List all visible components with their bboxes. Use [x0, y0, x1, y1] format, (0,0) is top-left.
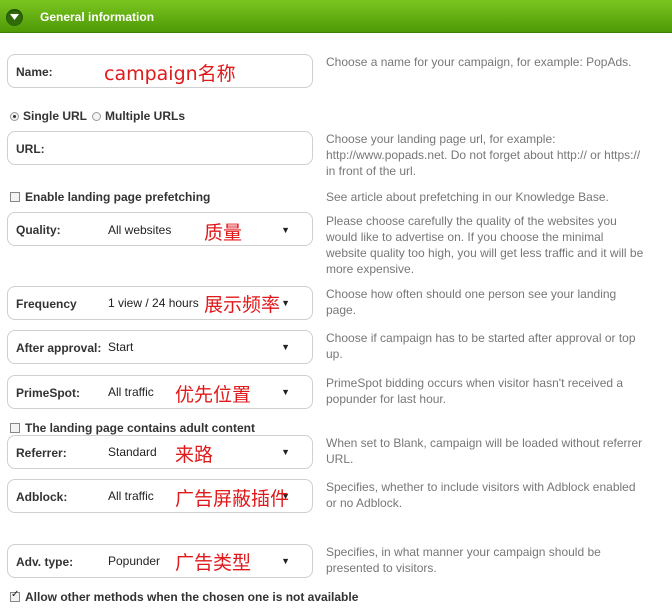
after-approval-select[interactable]: After approval: Start ▼: [7, 330, 313, 364]
adult-option[interactable]: The landing page contains adult content: [10, 421, 255, 435]
adv-type-annotation: 广告类型: [175, 552, 252, 574]
adblock-value: All traffic: [108, 489, 154, 503]
url-mode-group: Single URL Multiple URLs: [10, 109, 185, 123]
after-approval-value: Start: [108, 340, 134, 354]
triangle-down-icon[interactable]: ▼: [281, 387, 290, 397]
allow-other-label[interactable]: Allow other methods when the chosen one …: [25, 590, 358, 604]
primespot-help: PrimeSpot bidding occurs when visitor ha…: [326, 376, 624, 406]
referrer-help: When set to Blank, campaign will be load…: [326, 436, 643, 466]
frequency-value: 1 view / 24 hours: [108, 296, 199, 310]
chevron-down-icon[interactable]: [6, 9, 23, 26]
quality-help: Please choose carefully the quality of t…: [326, 214, 644, 276]
primespot-value: All traffic: [108, 385, 154, 399]
adblock-help: Specifies, whether to include visitors w…: [326, 480, 636, 510]
adblock-label: Adblock:: [16, 490, 68, 504]
prefetch-option[interactable]: Enable landing page prefetching: [10, 190, 210, 204]
single-url-label[interactable]: Single URL: [23, 109, 87, 123]
section-title: General information: [40, 10, 155, 24]
name-input-value[interactable]: campaign名称: [104, 59, 236, 86]
adv-type-value: Popunder: [108, 554, 161, 568]
url-label: URL:: [16, 142, 45, 156]
triangle-down-icon[interactable]: ▼: [281, 225, 290, 235]
section-header[interactable]: General information: [0, 0, 672, 33]
single-url-radio[interactable]: [10, 112, 19, 121]
adult-checkbox[interactable]: [10, 423, 20, 433]
triangle-down-icon[interactable]: ▼: [281, 447, 290, 457]
after-approval-label: After approval:: [16, 341, 102, 355]
triangle-down-icon[interactable]: ▼: [281, 556, 290, 566]
referrer-annotation: 来路: [175, 444, 214, 466]
primespot-select[interactable]: PrimeSpot: All traffic ▼: [7, 375, 313, 409]
prefetch-help: See article about prefetching in our Kno…: [326, 190, 609, 204]
triangle-down-icon[interactable]: ▼: [281, 342, 290, 352]
quality-value: All websites: [108, 223, 172, 237]
quality-annotation: 质量: [204, 222, 243, 244]
primespot-label: PrimeSpot:: [16, 386, 81, 400]
referrer-select[interactable]: Referrer: Standard ▼: [7, 435, 313, 469]
frequency-help: Choose how often should one person see y…: [326, 287, 617, 317]
adv-type-label: Adv. type:: [16, 555, 74, 569]
primespot-annotation: 优先位置: [175, 384, 252, 406]
prefetch-checkbox[interactable]: [10, 192, 20, 202]
multiple-urls-radio[interactable]: [92, 112, 102, 121]
name-help: Choose a name for your campaign, for exa…: [326, 55, 632, 69]
prefetch-label[interactable]: Enable landing page prefetching: [25, 190, 210, 204]
url-field[interactable]: URL:: [7, 131, 313, 165]
frequency-label: Frequency: [16, 297, 77, 311]
adv-type-select[interactable]: Adv. type: Popunder ▼: [7, 544, 313, 578]
adblock-annotation: 广告屏蔽插件: [175, 488, 290, 510]
referrer-value: Standard: [108, 445, 157, 459]
frequency-annotation: 展示频率: [204, 294, 281, 316]
triangle-down-icon[interactable]: ▼: [281, 298, 290, 308]
multiple-urls-label[interactable]: Multiple URLs: [105, 109, 185, 123]
allow-other-checkbox[interactable]: [10, 589, 20, 602]
name-label: Name:: [16, 65, 53, 79]
referrer-label: Referrer:: [16, 446, 67, 460]
adult-label[interactable]: The landing page contains adult content: [25, 421, 255, 435]
adv-type-help: Specifies, in what manner your campaign …: [326, 545, 601, 575]
quality-select[interactable]: Quality: All websites ▼: [7, 212, 313, 246]
quality-label: Quality:: [16, 223, 61, 237]
after-approval-help: Choose if campaign has to be started aft…: [326, 331, 636, 361]
url-help: Choose your landing page url, for exampl…: [326, 132, 641, 178]
allow-other-option[interactable]: Allow other methods when the chosen one …: [10, 589, 358, 604]
